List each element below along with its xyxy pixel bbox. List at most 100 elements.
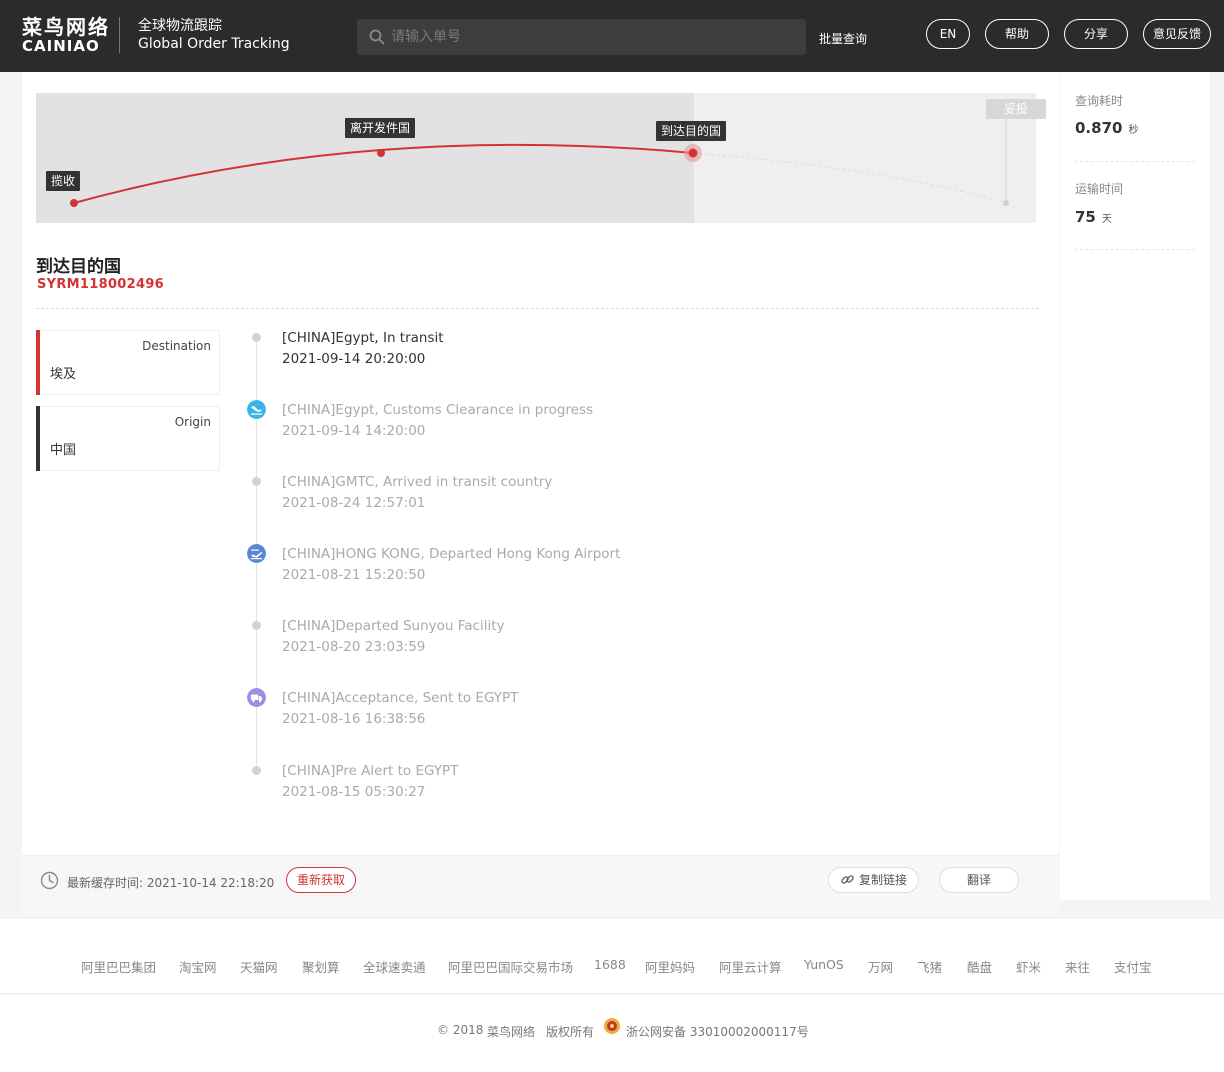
batch-query-link[interactable]: 批量查询	[819, 30, 867, 47]
footer-link[interactable]: 来往	[1065, 957, 1090, 976]
help-button[interactable]: 帮助	[985, 19, 1049, 49]
event-time: 2021-09-14 20:20:00	[282, 351, 426, 367]
stage-tag-pickup: 揽收	[46, 171, 81, 191]
query-time-number: 0.870	[1075, 119, 1123, 137]
footer-link[interactable]: 天猫网	[240, 957, 278, 976]
footer-link[interactable]: 淘宝网	[179, 957, 217, 976]
truck-icon	[247, 688, 266, 707]
site-title: 全球物流跟踪 Global Order Tracking	[138, 18, 290, 53]
link-icon	[841, 875, 854, 884]
event-time: 2021-08-20 23:03:59	[282, 639, 426, 655]
transit-time-label: 运输时间	[1075, 182, 1124, 196]
footer-link[interactable]: YunOS	[804, 957, 844, 972]
section-divider	[36, 308, 1039, 309]
plane-departure-icon	[247, 544, 266, 563]
event-description: [CHINA]Egypt, In transit	[282, 330, 444, 346]
site-title-cn: 全球物流跟踪	[138, 18, 222, 34]
event-description: [CHINA]Pre Alert to EGYPT	[282, 763, 459, 779]
origin-value: 中国	[50, 443, 77, 458]
footer-link[interactable]: 阿里巴巴集团	[81, 957, 156, 976]
clock-icon	[40, 871, 59, 890]
site-title-en: Global Order Tracking	[138, 36, 290, 52]
translate-button[interactable]: 翻译	[939, 867, 1019, 893]
timeline-dot	[252, 766, 261, 775]
icp-record-link[interactable]: 浙公网安备 33010002000117号	[626, 1023, 809, 1040]
transit-time-number: 75	[1075, 208, 1096, 226]
police-badge-icon	[604, 1018, 620, 1034]
footer-link[interactable]: 虾米	[1016, 957, 1041, 976]
timeline-dot	[252, 333, 261, 342]
event-description: [CHINA]Acceptance, Sent to EGYPT	[282, 690, 519, 706]
stage-tag-departed: 离开发件国	[345, 118, 416, 138]
destination-card: Destination 埃及	[36, 330, 220, 395]
copy-link-button[interactable]: 复制链接	[828, 867, 919, 893]
route-progress-map: 揽收 离开发件国 到达目的国 妥投	[36, 93, 1046, 223]
status-title: 到达目的国	[36, 257, 121, 277]
event-time: 2021-09-14 14:20:00	[282, 423, 426, 439]
tracking-number[interactable]: SYRM118002496	[37, 277, 164, 292]
copyright-company: 菜鸟网络	[487, 1025, 536, 1039]
destination-bar	[36, 330, 40, 395]
partner-links: 阿里巴巴集团 淘宝网 天猫网 聚划算 全球速卖通 阿里巴巴国际交易市场 1688…	[0, 919, 1224, 994]
share-button[interactable]: 分享	[1064, 19, 1128, 49]
origin-card: Origin 中国	[36, 406, 220, 471]
event-description: [CHINA]Egypt, Customs Clearance in progr…	[282, 402, 594, 418]
search-icon[interactable]	[369, 29, 385, 45]
footer-link[interactable]: 全球速卖通	[363, 957, 426, 976]
query-time-value: 0.870 秒	[1075, 119, 1138, 137]
search-box	[357, 19, 806, 55]
route-curve	[70, 118, 1009, 207]
top-nav-bar: 菜鸟网络 CAINIAO 全球物流跟踪 Global Order Trackin…	[0, 0, 1224, 72]
transit-time-value: 75 天	[1075, 208, 1112, 226]
transit-time-unit: 天	[1101, 214, 1112, 225]
stage-dot-pickup	[70, 199, 78, 207]
stage-tag-delivered: 妥投	[986, 99, 1046, 119]
stage-dot-departed	[377, 149, 385, 157]
stage-dot-delivered	[1003, 200, 1009, 206]
plane-landing-icon	[247, 400, 266, 419]
query-time-unit: 秒	[1128, 125, 1139, 136]
footer-link[interactable]: 1688	[594, 957, 626, 972]
event-time: 2021-08-21 15:20:50	[282, 567, 426, 583]
destination-label: Destination	[142, 339, 211, 353]
event-description: [CHINA]GMTC, Arrived in transit country	[282, 474, 553, 490]
stat-divider	[1075, 249, 1195, 250]
cainiao-logo[interactable]: 菜鸟网络 CAINIAO	[22, 16, 110, 54]
logo-en: CAINIAO	[22, 37, 100, 55]
card-footer-bar: 最新缓存时间: 2021-10-14 22:18:20 重新获取 复制链接 翻译	[22, 855, 1059, 917]
footer-link[interactable]: 飞猪	[917, 957, 942, 976]
destination-value: 埃及	[50, 367, 77, 382]
stage-dot-arrived	[688, 148, 698, 158]
footer-link[interactable]: 聚划算	[302, 957, 340, 976]
timeline-dot	[252, 477, 261, 486]
timeline-dot	[252, 621, 261, 630]
cache-time-label: 最新缓存时间: 2021-10-14 22:18:20	[67, 876, 275, 890]
copy-link-label: 复制链接	[859, 873, 908, 887]
copyright-bar: © 2018 菜鸟网络 版权所有 浙公网安备 33010002000117号	[0, 995, 1224, 1072]
refresh-button[interactable]: 重新获取	[286, 867, 356, 893]
origin-label: Origin	[174, 415, 211, 429]
footer-link[interactable]: 阿里巴巴国际交易市场	[448, 957, 573, 976]
logo-divider	[119, 17, 120, 53]
event-time: 2021-08-15 05:30:27	[282, 784, 426, 800]
event-time: 2021-08-16 16:38:56	[282, 711, 426, 727]
language-button[interactable]: EN	[926, 19, 970, 49]
stage-tag-arrived: 到达目的国	[656, 121, 727, 141]
search-input[interactable]	[391, 19, 791, 55]
footer-link[interactable]: 支付宝	[1114, 957, 1152, 976]
footer-link[interactable]: 阿里云计算	[719, 957, 782, 976]
tracking-card: 揽收 离开发件国 到达目的国 妥投 到达目的国 SYRM118002496 De…	[22, 72, 1059, 917]
stats-panel: 查询耗时 0.870 秒 运输时间 75 天	[1060, 72, 1210, 900]
origin-bar	[36, 406, 40, 471]
logo-cn: 菜鸟网络	[22, 15, 110, 39]
copyright-year: © 2018	[437, 1023, 484, 1037]
event-time: 2021-08-24 12:57:01	[282, 495, 426, 511]
footer-link[interactable]: 万网	[868, 957, 893, 976]
feedback-button[interactable]: 意见反馈	[1143, 19, 1211, 49]
copyright-rights: 版权所有	[546, 1025, 595, 1039]
footer-link[interactable]: 酷盘	[967, 957, 992, 976]
event-description: [CHINA]HONG KONG, Departed Hong Kong Air…	[282, 546, 621, 562]
stat-divider	[1075, 161, 1195, 162]
footer-link[interactable]: 阿里妈妈	[645, 957, 695, 976]
event-description: [CHINA]Departed Sunyou Facility	[282, 618, 505, 634]
